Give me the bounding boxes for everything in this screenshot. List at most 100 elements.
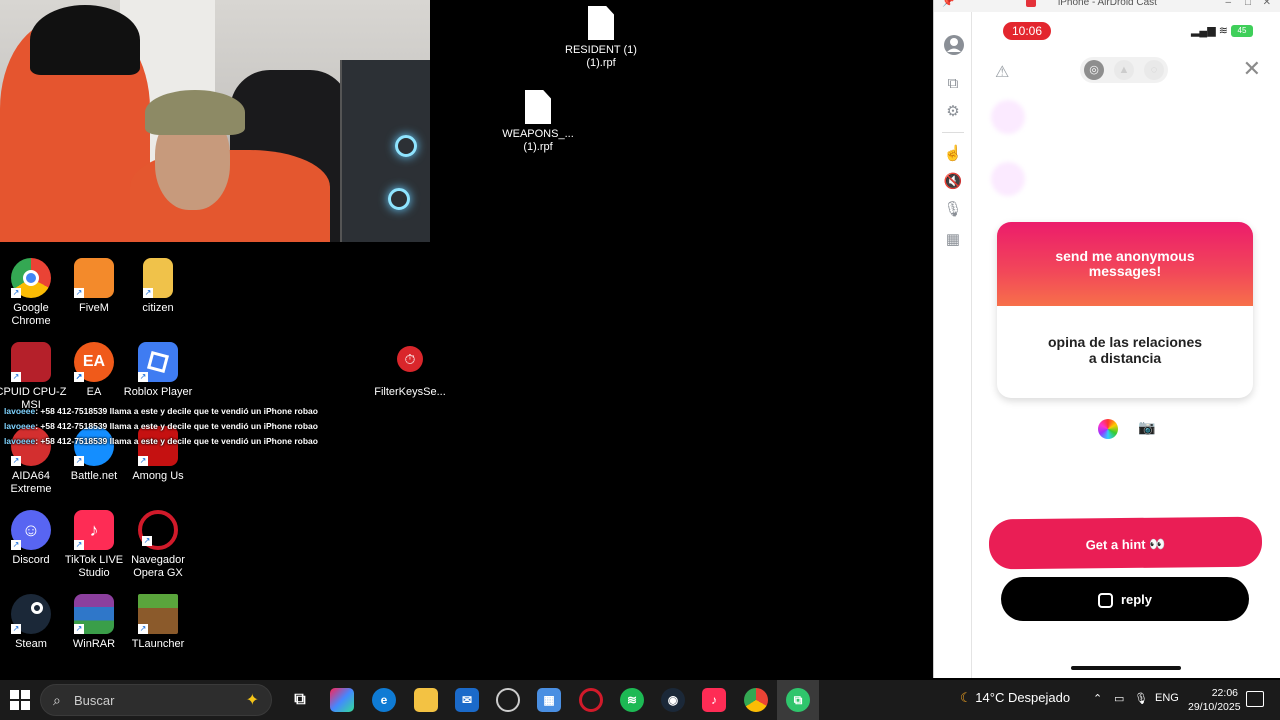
airdroid-cast-window: 📌 iPhone - AirDroid Cast – □ ✕ ⧉ ⚙ ☝ 🔇 🎙…: [933, 0, 1280, 678]
color-picker-icon[interactable]: [1098, 419, 1118, 439]
tiktok-icon: ♪ ↗: [74, 510, 114, 550]
file-explorer-icon[interactable]: [414, 688, 438, 712]
desktop-icon-steam[interactable]: ↗ Steam: [0, 594, 67, 651]
close-icon[interactable]: ✕: [1243, 56, 1261, 82]
card-header-line1: send me anonymous: [1055, 248, 1195, 264]
warning-icon[interactable]: ⚠: [995, 62, 1009, 82]
roblox-icon: ↗: [138, 342, 178, 382]
windows-start-icon[interactable]: [10, 690, 30, 710]
chat-message: lavoeee: +58 412-7518539 llama a este y …: [4, 436, 318, 446]
desktop-icon-google-chrome[interactable]: ↗ Google Chrome: [0, 258, 67, 328]
settings-gear-icon[interactable]: ⚙: [943, 102, 963, 122]
whatsapp-icon[interactable]: ◌: [1144, 60, 1164, 80]
screen-mode-icon[interactable]: ▦: [943, 230, 963, 250]
icon-label: FilterKeysSe...: [374, 386, 446, 398]
taskbar-clock[interactable]: 22:06 29/10/2025: [1188, 686, 1241, 714]
desktop-icon-tiktok-live-studio[interactable]: ♪ ↗ TikTok LIVE Studio: [58, 510, 130, 580]
signal-icon: ▂▄▆: [1190, 25, 1216, 37]
decorative-blob: [991, 100, 1025, 134]
speaker-muted-icon[interactable]: 🔇: [943, 172, 963, 192]
notifications-icon[interactable]: [1246, 691, 1264, 707]
battery-icon: 45: [1231, 25, 1253, 38]
microphone-muted-icon[interactable]: 🎙: [943, 200, 963, 220]
desktop-icon-roblox[interactable]: ↗ Roblox Player: [122, 342, 194, 399]
icon-label-line1: TikTok LIVE: [64, 554, 124, 566]
cast-icon[interactable]: ⧉: [943, 74, 963, 94]
weather-text: 14°C Despejado: [975, 690, 1071, 705]
status-time: 10:06: [1003, 22, 1051, 40]
file-weapons-rpf[interactable]: WEAPONS_... (1).rpf: [501, 90, 575, 154]
tray-app-icon[interactable]: ▭: [1114, 692, 1124, 705]
desktop-icon-cpuz[interactable]: ↗ CPUID CPU-Z MSI: [0, 342, 67, 412]
airdroid-cast-taskbar-icon[interactable]: ⧉: [786, 688, 810, 712]
tiktok-taskbar-icon[interactable]: ♪: [702, 688, 726, 712]
microsoft-store-icon[interactable]: ▦: [537, 688, 561, 712]
language-indicator[interactable]: ENG: [1155, 692, 1179, 704]
close-window-button[interactable]: ✕: [1263, 0, 1271, 8]
icon-label-line2: Extreme: [10, 483, 52, 495]
chrome-icon: ↗: [11, 258, 51, 298]
tray-mic-icon[interactable]: 🎙: [1134, 692, 1148, 705]
icon-label: WinRAR: [72, 638, 116, 650]
desktop-icon-opera-gx[interactable]: ↗ Navegador Opera GX: [122, 510, 194, 580]
alarm-clock-icon: ⏱: [397, 346, 423, 372]
copilot-sparkle-icon: ✦: [245, 692, 259, 709]
chrome-taskbar-icon[interactable]: [744, 688, 768, 712]
desktop-icon-battlenet[interactable]: ↗ Battle.net: [58, 426, 130, 483]
touch-control-icon[interactable]: ☝: [943, 144, 963, 164]
record-icon: [1026, 0, 1036, 7]
minimize-button[interactable]: –: [1225, 0, 1231, 8]
file-icon: [588, 6, 614, 40]
icon-label: Discord: [12, 554, 50, 566]
get-hint-button[interactable]: Get a hint 👀: [988, 516, 1263, 570]
opera-gx-icon: ↗: [138, 510, 178, 550]
chat-text: : +58 412-7518539 llama a este y decile …: [35, 421, 318, 431]
desktop-icon-ea[interactable]: EA ↗ EA: [58, 342, 130, 399]
desktop-icon-discord[interactable]: ☺ ↗ Discord: [0, 510, 67, 567]
webcam-overlay: [0, 0, 430, 242]
anonymous-message-card: send me anonymous messages! opina de las…: [997, 222, 1253, 398]
camera-icon[interactable]: 📷: [1138, 419, 1155, 436]
icon-label: FiveM: [79, 302, 109, 314]
chat-user: lavoeee: [4, 406, 36, 416]
clock-time: 22:06: [1211, 687, 1238, 699]
desktop-icon-winrar[interactable]: ↗ WinRAR: [58, 594, 130, 651]
spotify-icon[interactable]: ≋: [620, 688, 644, 712]
opera-gx-taskbar-icon[interactable]: [579, 688, 603, 712]
instagram-icon: [1097, 593, 1113, 609]
desktop-icon-among-us[interactable]: ↗ Among Us: [122, 426, 194, 483]
icon-label-line1: Google: [13, 302, 49, 314]
desktop-icon-tlauncher[interactable]: ↗ TLauncher: [122, 594, 194, 651]
copilot-icon[interactable]: [330, 688, 354, 712]
account-icon[interactable]: [943, 34, 964, 55]
obs-icon[interactable]: [496, 688, 520, 712]
outlook-icon[interactable]: ✉: [455, 688, 479, 712]
chat-text: : +58 412-7518539 llama a este y decile …: [35, 406, 318, 416]
home-indicator[interactable]: [1071, 666, 1181, 670]
desktop-icon-citizen[interactable]: ↗ citizen: [122, 258, 194, 315]
icon-label: Roblox Player: [123, 386, 193, 398]
ea-icon: EA ↗: [74, 342, 114, 382]
tray-overflow-icon[interactable]: ⌃: [1093, 692, 1102, 705]
weather-widget[interactable]: ☾ 14°C Despejado: [960, 690, 1070, 706]
file-resident-rpf[interactable]: RESIDENT (1) (1).rpf: [564, 6, 638, 70]
chat-user: lavoeee: [4, 421, 36, 431]
taskbar-search-box[interactable]: ⌕ Buscar ✦: [40, 684, 272, 716]
icon-label: Steam: [15, 638, 47, 650]
instagram-icon[interactable]: ◎: [1084, 60, 1104, 80]
desktop-icon-filterkeys[interactable]: ⏱ FilterKeysSe...: [374, 342, 446, 399]
reply-button[interactable]: reply: [1001, 577, 1249, 621]
steam-taskbar-icon[interactable]: ◉: [661, 688, 685, 712]
maximize-button[interactable]: □: [1245, 0, 1251, 8]
task-view-icon[interactable]: ⧉: [288, 688, 312, 712]
icon-label-line2: Chrome: [11, 315, 51, 327]
snapchat-icon[interactable]: ▲: [1114, 60, 1134, 80]
edge-icon[interactable]: e: [372, 688, 396, 712]
pin-icon[interactable]: 📌: [942, 0, 954, 8]
card-header-line2: messages!: [1088, 263, 1162, 279]
desktop-icon-fivem[interactable]: ↗ FiveM: [58, 258, 130, 315]
status-icons: ▂▄▆ ≋ 45: [1190, 24, 1253, 38]
card-message-line1: opina de las relaciones: [1047, 334, 1203, 350]
icon-label-line1: Navegador: [131, 554, 185, 566]
decorative-blob: [991, 162, 1025, 196]
